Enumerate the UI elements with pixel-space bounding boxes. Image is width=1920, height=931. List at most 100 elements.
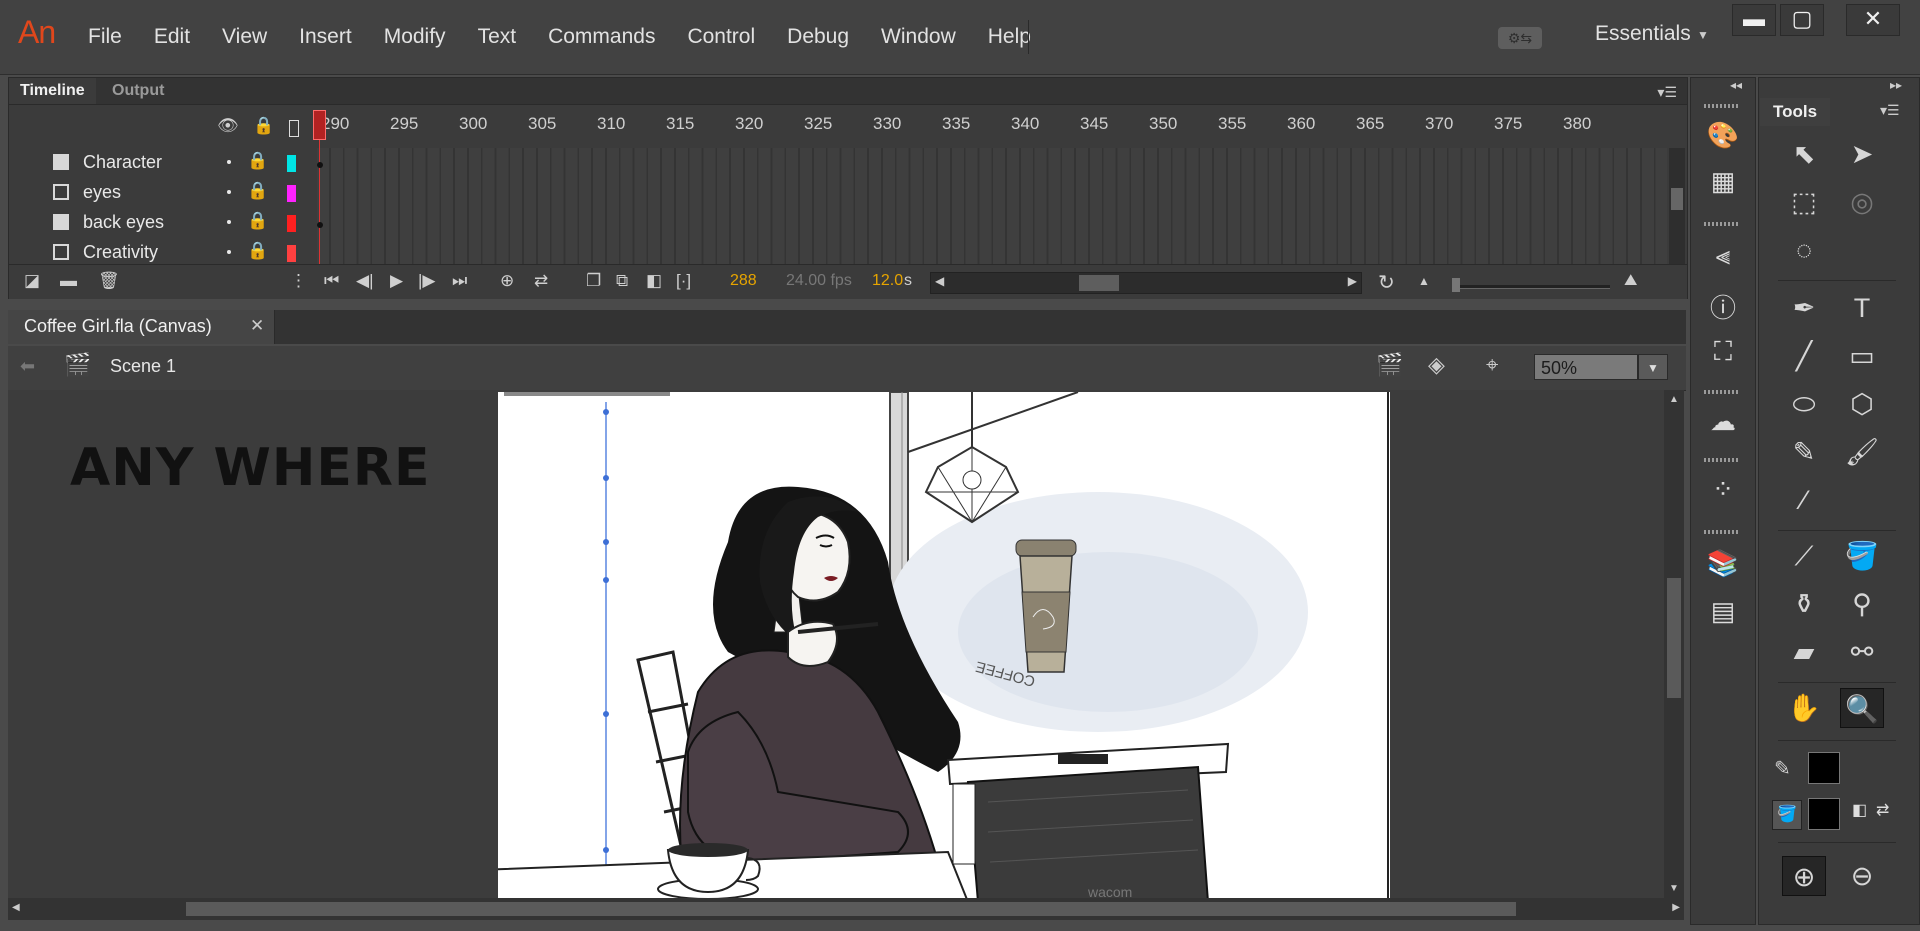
- modify-markers-icon[interactable]: [·]: [676, 271, 691, 291]
- bone-tool-icon[interactable]: ⟋: [1782, 536, 1826, 576]
- lock-icon[interactable]: 🔒: [247, 241, 268, 261]
- onion-skin-outlines-icon[interactable]: ⧉: [616, 271, 628, 291]
- zoom-tool-icon[interactable]: 🔍: [1840, 688, 1884, 728]
- motion-presets-icon[interactable]: ▤: [1706, 596, 1740, 626]
- timeline-horizontal-scrollbar[interactable]: ◀ ▶: [930, 272, 1362, 294]
- panel-grip[interactable]: [1704, 104, 1740, 108]
- outline-icon[interactable]: [289, 120, 299, 137]
- paint-brush-tool-icon[interactable]: 🖌: [1840, 432, 1884, 472]
- current-frame[interactable]: 288: [730, 272, 757, 290]
- frame-rate[interactable]: 24.00 fps: [786, 272, 852, 290]
- ink-bottle-tool-icon[interactable]: ⚱: [1782, 584, 1826, 624]
- menu-control[interactable]: Control: [687, 25, 755, 49]
- panel-grip[interactable]: [1704, 530, 1740, 534]
- visibility-dot[interactable]: [227, 160, 231, 164]
- scroll-left-icon[interactable]: ◀: [12, 902, 20, 913]
- layer-color-swatch[interactable]: [287, 245, 296, 262]
- center-stage-icon[interactable]: ⌖: [1486, 352, 1498, 378]
- tab-timeline[interactable]: Timeline: [9, 78, 96, 104]
- stage-canvas[interactable]: COFFEE wacom: [498, 392, 1390, 902]
- layer-name[interactable]: eyes: [83, 182, 121, 203]
- line-tool-icon[interactable]: ╱: [1782, 336, 1826, 376]
- workspace-switcher[interactable]: Essentials: [1595, 22, 1691, 46]
- new-folder-icon[interactable]: ▬: [60, 271, 77, 291]
- layer-row[interactable]: back eyes 🔒: [9, 208, 313, 238]
- layer-name[interactable]: Character: [83, 152, 162, 173]
- playhead[interactable]: [313, 110, 326, 286]
- lasso-tool-icon[interactable]: ◌: [1782, 230, 1826, 270]
- free-transform-tool-icon[interactable]: ⬚: [1782, 182, 1826, 222]
- menu-commands[interactable]: Commands: [548, 25, 655, 49]
- go-to-first-frame-icon[interactable]: ⏮: [324, 271, 339, 291]
- layer-color-swatch[interactable]: [287, 215, 296, 232]
- menu-file[interactable]: File: [88, 25, 122, 49]
- close-window-button[interactable]: ✕: [1846, 4, 1900, 36]
- scrollbar-thumb[interactable]: [186, 902, 1516, 916]
- tab-output[interactable]: Output: [101, 78, 175, 104]
- layer-row[interactable]: eyes 🔒: [9, 178, 313, 208]
- zoom-in-frames-icon[interactable]: ⛰: [1624, 272, 1637, 290]
- canvas-horizontal-scrollbar[interactable]: ◀ ▶: [8, 898, 1684, 920]
- components-icon[interactable]: ⁘: [1706, 474, 1740, 504]
- scrollbar-thumb[interactable]: [1671, 188, 1683, 210]
- lock-icon[interactable]: 🔒: [253, 116, 274, 136]
- lock-icon[interactable]: 🔒: [247, 211, 268, 231]
- layer-color-swatch[interactable]: [287, 185, 296, 202]
- loop-icon[interactable]: ⇄: [534, 271, 548, 291]
- timeline-vertical-scrollbar[interactable]: [1669, 148, 1685, 264]
- play-icon[interactable]: ▶: [390, 271, 403, 291]
- canvas-vertical-scrollbar[interactable]: ▲ ▼: [1664, 390, 1684, 898]
- library-icon[interactable]: 📚: [1706, 548, 1740, 578]
- layer-name[interactable]: back eyes: [83, 212, 164, 233]
- text-tool-icon[interactable]: T: [1840, 288, 1884, 328]
- paint-bucket-tool-icon[interactable]: 🪣: [1840, 536, 1884, 576]
- close-tab-icon[interactable]: ✕: [250, 316, 264, 336]
- scroll-down-icon[interactable]: ▼: [1669, 883, 1679, 894]
- lock-icon[interactable]: 🔒: [247, 151, 268, 171]
- pen-tool-icon[interactable]: ✒: [1782, 288, 1826, 328]
- elapsed-time[interactable]: 12.0: [872, 272, 903, 290]
- scroll-right-icon[interactable]: ▶: [1672, 902, 1680, 913]
- eyedropper-tool-icon[interactable]: ⚲: [1840, 584, 1884, 624]
- pencil-tool-icon[interactable]: ✎: [1782, 432, 1826, 472]
- step-forward-icon[interactable]: |▶: [418, 271, 436, 291]
- edit-multiple-frames-icon[interactable]: ◧: [646, 271, 662, 291]
- scene-clapper-icon[interactable]: 🎬: [64, 352, 91, 378]
- layer-row[interactable]: Character 🔒: [9, 148, 313, 178]
- menu-insert[interactable]: Insert: [299, 25, 352, 49]
- polystar-tool-icon[interactable]: ⬡: [1840, 384, 1884, 424]
- panel-grip[interactable]: [1704, 222, 1740, 226]
- swatches-icon[interactable]: ▦: [1706, 166, 1740, 196]
- edit-symbol-icon[interactable]: ◈: [1428, 352, 1445, 378]
- visibility-dot[interactable]: [227, 220, 231, 224]
- playhead-handle[interactable]: [313, 110, 326, 140]
- expand-panels-icon[interactable]: ▸▸: [1890, 78, 1902, 92]
- edit-scene-icon[interactable]: 🎬: [1376, 352, 1403, 378]
- scene-name[interactable]: Scene 1: [110, 356, 176, 377]
- swap-colors-icon[interactable]: ⇄: [1876, 800, 1889, 820]
- fill-color-swatch[interactable]: [1808, 798, 1840, 830]
- illustration-artwork[interactable]: COFFEE wacom: [498, 392, 1390, 902]
- sync-settings-icon[interactable]: ⚙⇆: [1498, 27, 1542, 49]
- 3d-rotation-tool-icon[interactable]: ◎: [1840, 182, 1884, 222]
- panel-menu-icon[interactable]: ▾☰: [1880, 102, 1900, 119]
- scroll-up-icon[interactable]: ▲: [1669, 394, 1679, 405]
- layer-color-swatch[interactable]: [287, 155, 296, 172]
- keyframe-marker[interactable]: [317, 162, 323, 168]
- keyframe-marker[interactable]: [317, 222, 323, 228]
- rectangle-tool-icon[interactable]: ▭: [1840, 336, 1884, 376]
- frame-grid[interactable]: [317, 148, 1667, 264]
- onion-skin-icon[interactable]: ❐: [586, 271, 601, 291]
- menu-window[interactable]: Window: [881, 25, 956, 49]
- transform-icon[interactable]: ⛶: [1706, 336, 1740, 366]
- panel-menu-icon[interactable]: ▾☰: [1657, 84, 1677, 101]
- back-arrow-icon[interactable]: ⬅: [20, 356, 35, 377]
- minimize-button[interactable]: ▬: [1732, 4, 1776, 36]
- center-frame-icon[interactable]: ⊕: [500, 271, 514, 291]
- default-colors-icon[interactable]: ◧: [1852, 800, 1867, 820]
- new-layer-icon[interactable]: ◪: [24, 271, 40, 291]
- scrollbar-thumb[interactable]: [1667, 578, 1681, 698]
- chevron-down-icon[interactable]: ▼: [1697, 28, 1709, 42]
- scrollbar-thumb[interactable]: [1079, 275, 1119, 291]
- width-tool-icon[interactable]: ⚯: [1840, 632, 1884, 672]
